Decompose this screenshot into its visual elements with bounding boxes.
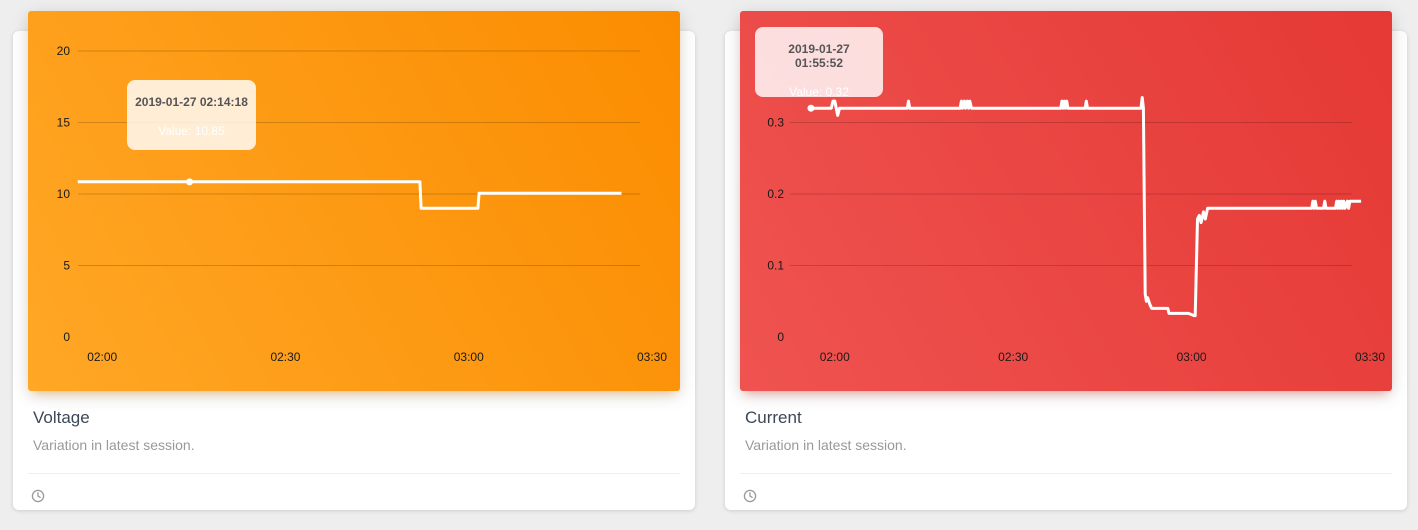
card-subtitle: Variation in latest session. [745,437,907,453]
x-tick-label: 03:00 [454,350,484,364]
card-title: Voltage [33,408,90,427]
y-tick-label: 0 [63,330,70,344]
current-chart: 0 0.1 0.2 0.3 02:00 02:30 03:00 03:30 2019-01-2… [740,11,1392,391]
y-tick-label: 15 [57,116,71,130]
y-tick-label: 10 [57,187,71,201]
y-tick-label: 20 [57,44,71,58]
series-line [77,180,622,210]
x-tick-label: 03:00 [1177,350,1207,364]
x-tick-label: 03:30 [1355,350,1385,364]
current-tooltip: 2019-01-27 01:55:52 Value: 0.32 [755,27,883,99]
x-tick-label: 02:30 [998,350,1028,364]
card-subtitle: Variation in latest session. [33,437,195,453]
highlight-point[interactable] [807,104,815,112]
voltage-tooltip-value: Value: 10.85 [158,124,225,138]
y-tick-label: 0.1 [767,259,784,273]
current-tooltip-value: Value: 0.32 [789,85,849,99]
clock-icon [743,489,757,503]
x-tick-label: 02:00 [820,350,850,364]
card-divider [740,473,1392,474]
card-title: Current [745,408,802,427]
voltage-tooltip-timestamp: 2019-01-27 02:14:18 [135,95,248,109]
y-tick-label: 0.3 [767,116,784,130]
clock-icon [31,489,45,503]
card-divider [28,473,680,474]
voltage-line-chart: 0 5 10 15 20 02:00 02:30 03:00 03:30 [57,44,668,364]
voltage-chart: 0 5 10 15 20 02:00 02:30 03:00 03:30 2019-01-27 … [28,11,680,391]
highlight-point[interactable] [186,178,194,186]
x-tick-label: 02:00 [87,350,117,364]
current-tooltip-timestamp: 2019-01-27 01:55:52 [788,42,850,70]
y-tick-label: 5 [63,259,70,273]
x-tick-label: 03:30 [637,350,667,364]
current-card: 0 0.1 0.2 0.3 02:00 02:30 03:00 03:30 2019-01-2… [725,11,1407,510]
voltage-card: 0 5 10 15 20 02:00 02:30 03:00 03:30 2019-01-27 … [13,11,695,510]
voltage-tooltip: 2019-01-27 02:14:18 Value: 10.85 [127,80,256,150]
x-tick-label: 02:30 [270,350,300,364]
y-tick-label: 0 [777,330,784,344]
series-line [811,96,1362,318]
y-tick-label: 0.2 [767,187,784,201]
